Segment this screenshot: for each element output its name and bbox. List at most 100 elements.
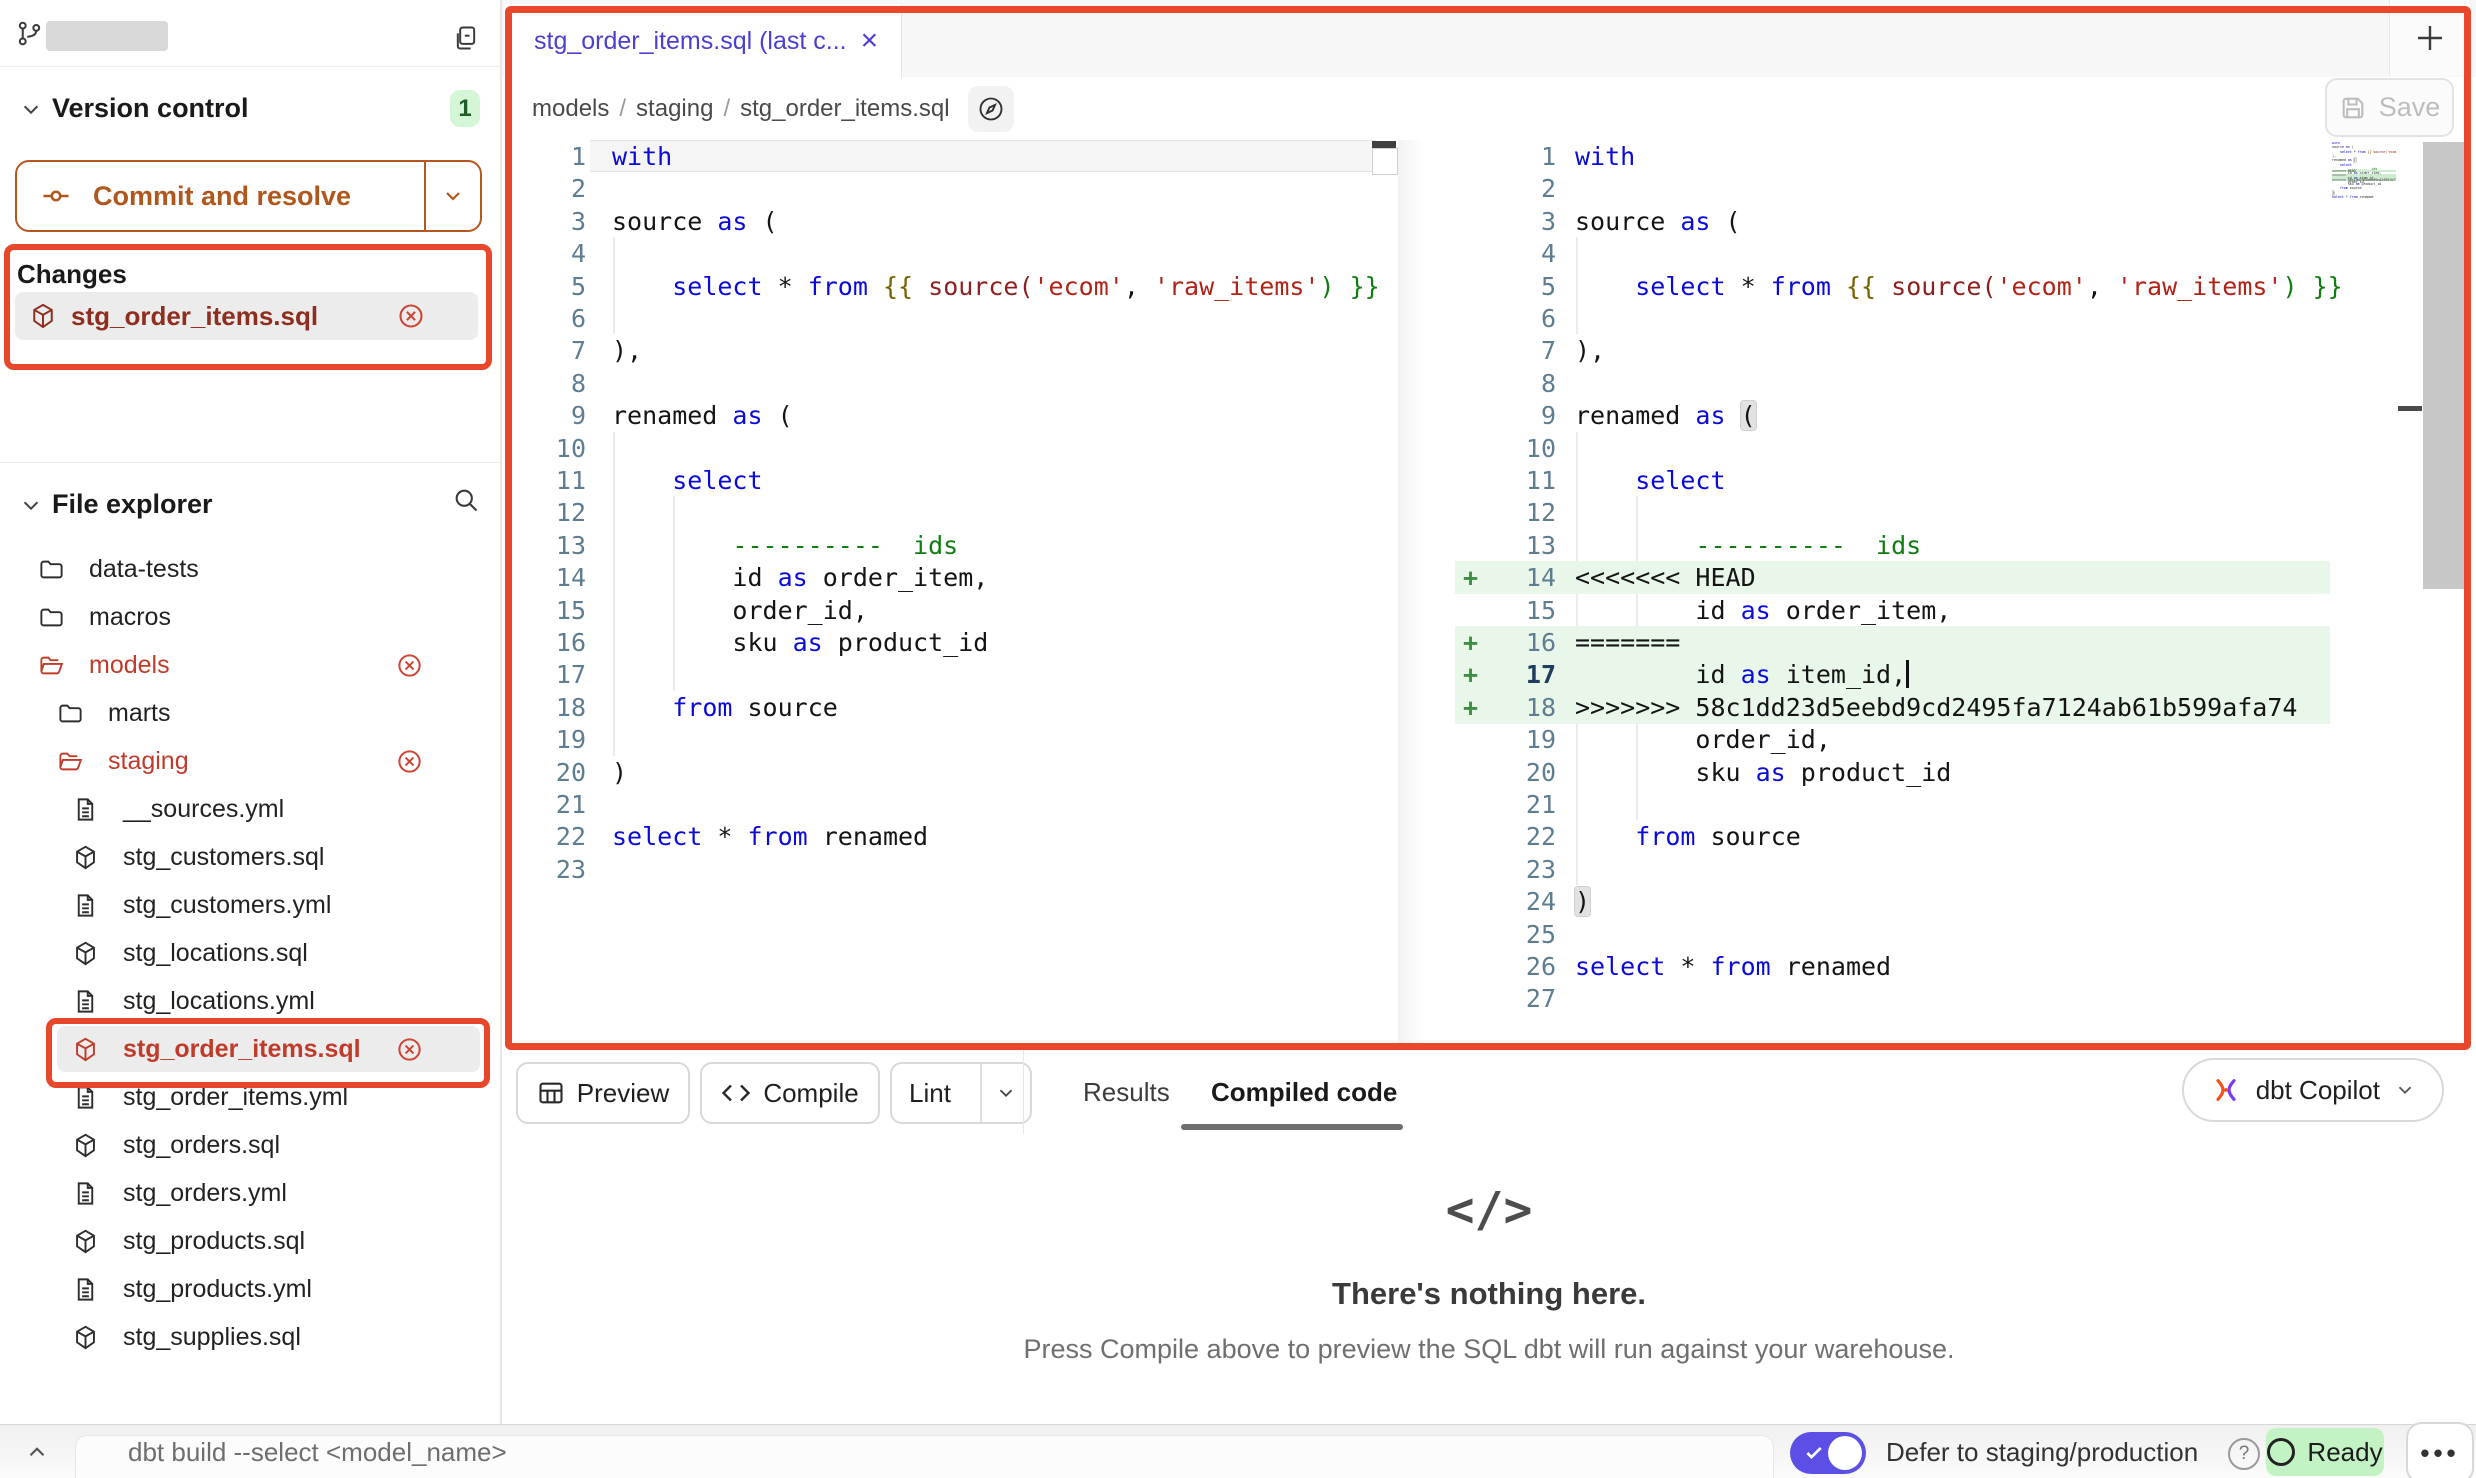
editor-scrollbar-thumb[interactable] (2423, 142, 2468, 589)
tree-item-stg-order-items-yml[interactable]: stg_order_items.yml (0, 1073, 500, 1121)
cube-icon (72, 1132, 99, 1159)
tree-item-staging[interactable]: staging (0, 737, 500, 785)
line-number: 4 (1455, 237, 1556, 270)
tab-close-icon[interactable]: × (861, 24, 879, 58)
preview-button[interactable]: Preview (516, 1062, 690, 1124)
breadcrumb-separator: / (609, 95, 636, 123)
branch-name-redacted[interactable] (46, 21, 168, 51)
version-control-chevron-icon[interactable] (20, 98, 42, 120)
tree-item-marts[interactable]: marts (0, 689, 500, 737)
line-number: 12 (504, 496, 586, 529)
tree-item-stg-order-items-sql[interactable]: stg_order_items.sql (0, 1025, 500, 1073)
code-line-19: 19 order_id, (1455, 723, 2330, 756)
tree-item-label: models (89, 651, 170, 680)
tab-stg-order-items[interactable]: stg_order_items.sql (last c... × (504, 4, 902, 78)
commit-and-resolve-button[interactable]: Commit and resolve (15, 160, 482, 232)
file-explorer-chevron-icon[interactable] (20, 494, 42, 516)
code-pane-original[interactable]: 1with23source as (45 select * from {{ so… (504, 140, 1400, 1043)
tree-item--sources-yml[interactable]: __sources.yml (0, 785, 500, 833)
tree-item-data-tests[interactable]: data-tests (0, 545, 500, 593)
line-number: 9 (1455, 399, 1556, 432)
cube-icon (72, 1324, 99, 1351)
line-number: 20 (504, 756, 586, 789)
more-options-button[interactable]: ••• (2406, 1422, 2474, 1478)
tree-item-stg-locations-sql[interactable]: stg_locations.sql (0, 929, 500, 977)
code-text: id as order_item, (612, 561, 988, 594)
folder-icon (38, 604, 65, 631)
line-number: 1 (504, 140, 586, 173)
tree-item-stg-customers-yml[interactable]: stg_customers.yml (0, 881, 500, 929)
line-number: 27 (1455, 982, 1556, 1015)
tree-item-label: macros (89, 603, 171, 632)
defer-toggle[interactable] (1790, 1432, 1866, 1474)
changes-label: Changes (17, 259, 127, 290)
code-line-26: 26select * from renamed (1455, 950, 2330, 983)
lint-button[interactable]: Lint (890, 1062, 1032, 1124)
defer-label: Defer to staging/production (1886, 1425, 2198, 1478)
minimap[interactable]: with source as ( select * from {{ source… (2332, 142, 2396, 202)
doc-icon (72, 1084, 99, 1111)
code-slash-icon: </> (502, 1182, 2476, 1238)
discard-change-icon[interactable] (396, 652, 423, 679)
line-number: 21 (1455, 788, 1556, 821)
tree-item-stg-products-sql[interactable]: stg_products.sql (0, 1217, 500, 1265)
left-minimap-viewport[interactable] (1372, 148, 1398, 175)
status-bar: dbt build --select <model_name> Defer to… (0, 1424, 2476, 1478)
ready-status-pill[interactable]: Ready (2266, 1428, 2384, 1476)
tree-item-models[interactable]: models (0, 641, 500, 689)
line-number: 7 (504, 334, 586, 367)
line-number: 5 (504, 270, 586, 303)
toggle-knob (1828, 1436, 1862, 1470)
ready-label: Ready (2307, 1437, 2382, 1468)
tree-item-stg-locations-yml[interactable]: stg_locations.yml (0, 977, 500, 1025)
copy-files-icon[interactable] (452, 24, 480, 52)
commit-dropdown-button[interactable] (424, 162, 480, 230)
line-number: 12 (1455, 496, 1556, 529)
tree-item-macros[interactable]: macros (0, 593, 500, 641)
folder-open-icon (57, 748, 84, 775)
code-text: select (1575, 464, 1726, 497)
tab-results[interactable]: Results (1083, 1050, 1170, 1134)
line-number: 10 (1455, 432, 1556, 465)
tree-item-stg-orders-yml[interactable]: stg_orders.yml (0, 1169, 500, 1217)
changed-file-row[interactable]: stg_order_items.sql (15, 292, 478, 340)
line-number: 20 (1455, 756, 1556, 789)
tab-compiled-code[interactable]: Compiled code (1211, 1050, 1397, 1134)
code-pane-modified[interactable]: 1with23source as (45 select * from {{ so… (1455, 140, 2330, 1043)
code-line-23: 23 (1455, 853, 2330, 886)
discard-change-icon[interactable] (397, 302, 425, 330)
code-text: ), (612, 334, 642, 367)
tree-item-stg-customers-sql[interactable]: stg_customers.sql (0, 833, 500, 881)
search-icon[interactable] (452, 486, 480, 514)
code-text: select * from {{ source('ecom', 'raw_ite… (1575, 270, 2343, 303)
expand-panel-chevron-icon[interactable] (24, 1439, 50, 1465)
code-line-11: 11 select (1455, 464, 2330, 497)
discard-change-icon[interactable] (396, 748, 423, 775)
discard-change-icon[interactable] (396, 1036, 423, 1063)
sidebar: Version control 1 Commit and resolve Cha… (0, 0, 502, 1424)
dbt-copilot-button[interactable]: dbt Copilot (2182, 1058, 2444, 1122)
compile-button[interactable]: Compile (700, 1062, 880, 1124)
command-input[interactable]: dbt build --select <model_name> (128, 1425, 507, 1478)
line-number: 19 (1455, 723, 1556, 756)
tree-item-stg-supplies-sql[interactable]: stg_supplies.sql (0, 1313, 500, 1361)
new-tab-plus-icon[interactable] (2412, 20, 2448, 56)
code-line-6: 6 (1455, 302, 2330, 335)
tree-item-stg-products-yml[interactable]: stg_products.yml (0, 1265, 500, 1313)
save-button[interactable]: Save (2325, 78, 2454, 137)
line-number: 3 (504, 205, 586, 238)
code-text: sku as product_id (612, 626, 988, 659)
code-text: ---------- ids (612, 529, 958, 562)
line-number: 16 (504, 626, 586, 659)
help-icon[interactable]: ? (2228, 1438, 2260, 1470)
breadcrumb-item: staging (636, 95, 713, 123)
code-line-15: 15 order_id, (504, 594, 1400, 627)
code-line-4: 4 (504, 237, 1400, 270)
line-number: 16 (1455, 626, 1556, 659)
code-text: order_id, (1575, 723, 1831, 756)
line-number: 11 (504, 464, 586, 497)
cube-icon (72, 940, 99, 967)
tree-item-label: stg_orders.yml (123, 1179, 287, 1208)
tree-item-stg-orders-sql[interactable]: stg_orders.sql (0, 1121, 500, 1169)
copilot-compass-button[interactable] (968, 86, 1014, 132)
